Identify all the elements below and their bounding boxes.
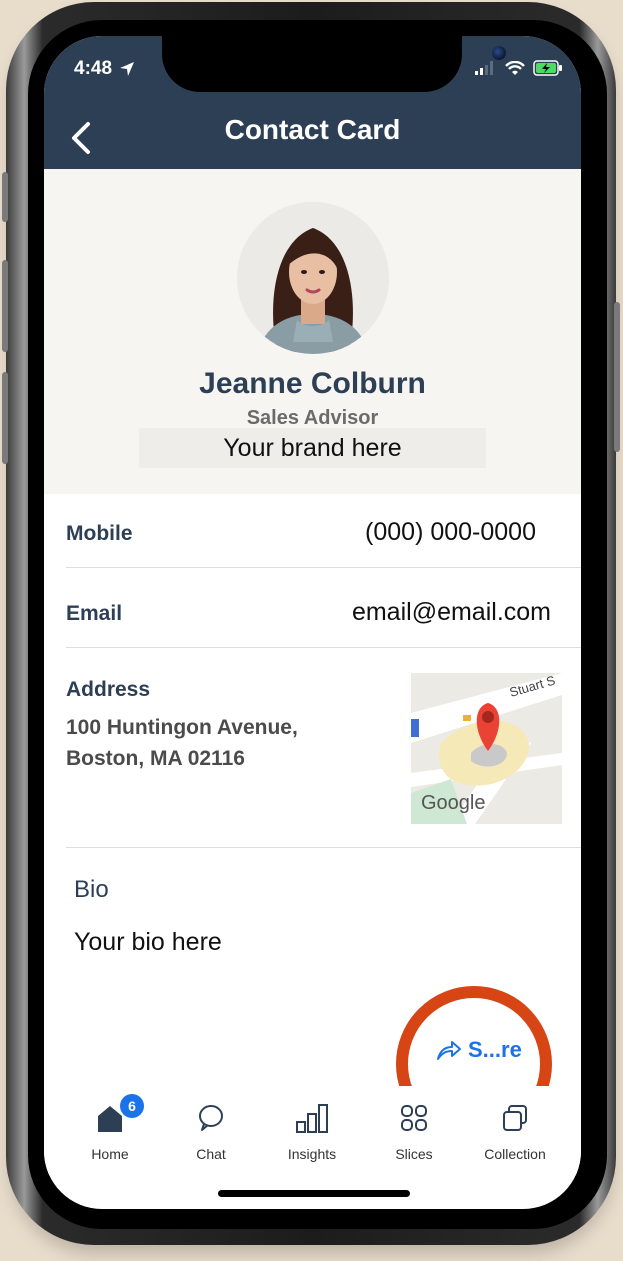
mobile-value[interactable]: (000) 000-0000 bbox=[365, 518, 536, 547]
address-label: Address bbox=[66, 678, 151, 701]
mute-switch bbox=[2, 172, 8, 222]
notch bbox=[162, 36, 506, 92]
mobile-label: Mobile bbox=[66, 522, 133, 545]
bio-text: Your bio here bbox=[74, 928, 222, 956]
tab-home[interactable]: 6 Home bbox=[60, 1086, 160, 1162]
tab-bar: 6 Home Chat Insights Slices Collection bbox=[44, 1086, 581, 1176]
tab-collection[interactable]: Collection bbox=[465, 1086, 565, 1162]
share-icon bbox=[437, 1041, 461, 1060]
mobile-row[interactable]: Mobile (000) 000-0000 bbox=[44, 494, 581, 574]
collection-icon bbox=[503, 1105, 527, 1131]
contact-role: Sales Advisor bbox=[246, 407, 379, 429]
tab-label: Slices bbox=[395, 1146, 433, 1162]
bio-label: Bio bbox=[74, 876, 109, 903]
insights-icon bbox=[296, 1104, 328, 1133]
app-header: 4:48 Contact Card bbox=[44, 36, 581, 169]
volume-up-button bbox=[2, 260, 8, 352]
camera-icon bbox=[492, 46, 506, 60]
battery-icon bbox=[533, 60, 562, 76]
signal-icon bbox=[475, 61, 493, 75]
tab-chat[interactable]: Chat bbox=[161, 1086, 261, 1162]
address-line2: Boston, MA 02116 bbox=[66, 747, 245, 770]
chat-icon bbox=[199, 1105, 223, 1131]
profile-section: Jeanne Colburn Sales Advisor Your brand … bbox=[44, 169, 581, 494]
location-arrow-icon bbox=[120, 62, 135, 76]
home-indicator[interactable] bbox=[218, 1190, 410, 1197]
map-graphic: Stuart S Google bbox=[411, 673, 562, 824]
address-text[interactable]: 100 Huntingon Avenue, Boston, MA 02116 bbox=[66, 712, 298, 774]
avatar bbox=[237, 202, 389, 354]
contact-name: Jeanne Colburn bbox=[199, 367, 426, 400]
status-time: 4:48 bbox=[74, 58, 136, 80]
tab-label: Home bbox=[91, 1146, 129, 1162]
address-line1: 100 Huntingon Avenue, bbox=[66, 716, 298, 739]
tab-label: Chat bbox=[196, 1146, 226, 1162]
share-button[interactable]: S...re bbox=[436, 1037, 522, 1063]
avatar-portrait bbox=[237, 202, 389, 354]
divider bbox=[66, 647, 581, 648]
volume-down-button bbox=[2, 372, 8, 464]
slices-icon bbox=[401, 1105, 427, 1131]
power-button bbox=[614, 302, 620, 452]
tab-slices[interactable]: Slices bbox=[364, 1086, 464, 1162]
email-row[interactable]: Email email@email.com bbox=[44, 568, 581, 646]
brand-placeholder: Your brand here bbox=[139, 428, 486, 468]
status-time-text: 4:48 bbox=[74, 58, 113, 79]
status-icons bbox=[475, 60, 563, 76]
tab-label: Insights bbox=[287, 1146, 337, 1162]
share-label: S...re bbox=[468, 1037, 522, 1062]
divider bbox=[66, 847, 581, 848]
email-value[interactable]: email@email.com bbox=[352, 598, 551, 627]
tab-label: Collection bbox=[484, 1146, 546, 1162]
phone-screen: 4:48 Contact Card Jeanne Colburn Sales A… bbox=[44, 36, 581, 1209]
home-badge: 6 bbox=[120, 1094, 144, 1118]
page-title: Contact Card bbox=[224, 114, 401, 145]
google-logo: Google bbox=[421, 792, 486, 814]
email-label: Email bbox=[66, 602, 123, 625]
wifi-icon bbox=[505, 60, 525, 75]
tab-insights[interactable]: Insights bbox=[262, 1086, 362, 1162]
map-thumbnail[interactable]: Stuart S Google bbox=[411, 673, 562, 824]
